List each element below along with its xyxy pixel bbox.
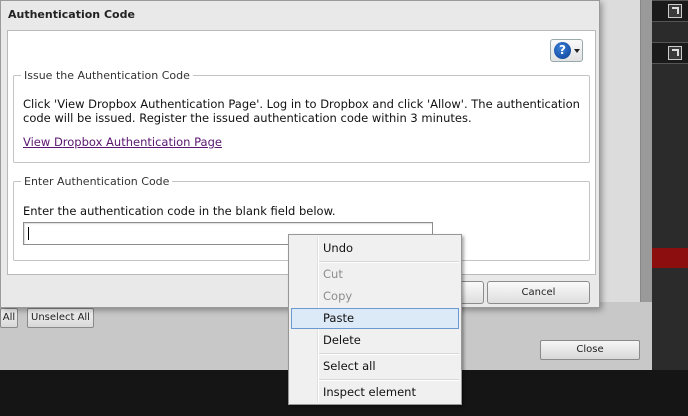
context-menu: Undo Cut Copy Paste Delete Select all In… (288, 234, 462, 405)
issue-code-legend: Issue the Authentication Code (24, 69, 190, 82)
text-cursor (28, 227, 29, 240)
background-side-tab[interactable] (652, 0, 688, 22)
dialog-title: Authentication Code (8, 8, 135, 21)
dropbox-auth-page-link[interactable]: View Dropbox Authentication Page (23, 135, 222, 149)
menu-item-select-all[interactable]: Select all (291, 356, 459, 377)
menu-item-inspect-element[interactable]: Inspect element (291, 382, 459, 403)
menu-item-delete[interactable]: Delete (291, 330, 459, 351)
menu-separator (319, 353, 459, 355)
cancel-button[interactable]: Cancel (487, 281, 590, 304)
close-button[interactable]: Close (540, 340, 640, 360)
chevron-down-icon (574, 49, 580, 53)
enter-instructions: Enter the authentication code in the bla… (23, 204, 336, 218)
external-link-icon (668, 46, 682, 60)
menu-item-cut[interactable]: Cut (291, 264, 459, 285)
background-alert-bar (652, 248, 688, 268)
background-side-tab[interactable] (652, 42, 688, 64)
help-icon: ? (554, 42, 571, 59)
help-button[interactable]: ? (550, 39, 583, 62)
select-all-button[interactable]: All (0, 308, 18, 328)
issue-instructions: Click 'View Dropbox Authentication Page'… (23, 97, 580, 125)
menu-item-copy[interactable]: Copy (291, 286, 459, 307)
external-link-icon (668, 4, 682, 18)
menu-item-paste[interactable]: Paste (291, 308, 459, 329)
menu-separator (319, 261, 459, 263)
menu-item-undo[interactable]: Undo (291, 238, 459, 259)
menu-separator (319, 379, 459, 381)
enter-code-legend: Enter Authentication Code (24, 175, 170, 188)
unselect-all-button[interactable]: Unselect All (27, 308, 94, 328)
